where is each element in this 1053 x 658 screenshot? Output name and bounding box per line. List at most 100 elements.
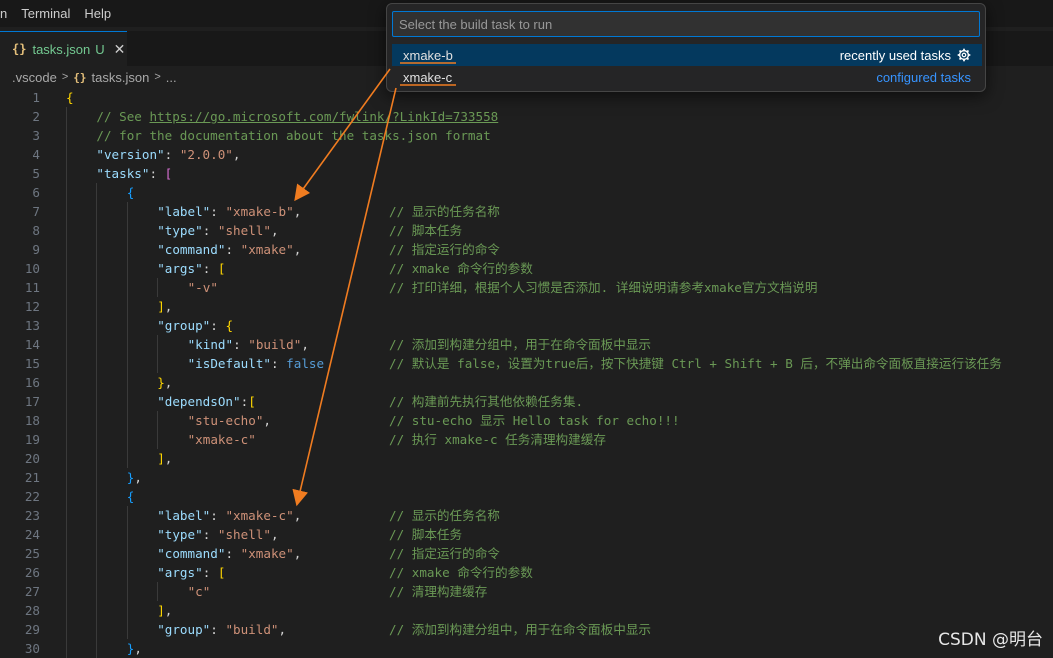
indent-guide (126, 563, 128, 582)
code-text: "command": "xmake", (157, 546, 302, 561)
code-line[interactable]: 9 "command": "xmake", // 指定运行的命令 (0, 240, 1053, 259)
gear-icon[interactable] (957, 48, 971, 62)
code-line[interactable]: 25 "command": "xmake", // 指定运行的命令 (0, 544, 1053, 563)
indent-guide (66, 202, 67, 221)
menu-item-terminal[interactable]: Terminal (14, 6, 77, 21)
indent-guide (66, 145, 67, 164)
quick-pick-item-description: recently used tasks (839, 47, 951, 63)
indent-guide (66, 354, 67, 373)
code-line[interactable]: 15 "isDefault": false // 默认是 false，设置为true… (0, 354, 1053, 373)
quick-pick-item-xmake-b[interactable]: xmake-b recently used tasks (392, 44, 982, 66)
code-line[interactable]: 11 "-v" // 打印详细，根据个人习惯是否添加. 详细说明请参考xmake官方… (0, 278, 1053, 297)
line-number: 12 (24, 299, 40, 314)
indent-guide (66, 449, 67, 468)
line-number: 15 (24, 356, 40, 371)
code-text: ], (157, 603, 173, 618)
code-line[interactable]: 19 "xmake-c" // 执行 xmake-c 任务清理构建缓存 (0, 430, 1053, 449)
indent-guide (66, 392, 67, 411)
line-number: 9 (32, 242, 40, 257)
code-line[interactable]: 24 "type": "shell", // 脚本任务 (0, 525, 1053, 544)
code-line[interactable]: 4 "version": "2.0.0", (0, 145, 1053, 164)
line-number: 24 (24, 527, 40, 542)
code-comment: // 添加到构建分组中，用于在命令面板中显示 (389, 337, 652, 352)
quick-pick-item-xmake-c[interactable]: xmake-c configured tasks (392, 66, 982, 88)
code-text: // for the documentation about the tasks… (96, 128, 491, 143)
line-number: 18 (24, 413, 40, 428)
tab-tasks-json[interactable]: {} tasks.json U ✕ (0, 31, 127, 66)
code-line[interactable]: 8 "type": "shell", // 脚本任务 (0, 221, 1053, 240)
code-line[interactable]: 12], (0, 297, 1053, 316)
indent-guide (96, 202, 98, 221)
indent-guide (157, 411, 159, 430)
code-text: "isDefault": false (187, 356, 325, 371)
code-line[interactable]: 27 "c" // 清理构建缓存 (0, 582, 1053, 601)
code-text: "args": [ (157, 565, 226, 580)
indent-guide (126, 316, 128, 335)
code-editor[interactable]: 1 {2 // See https://go.microsoft.com/fwlin… (0, 88, 1053, 658)
indent-guide (96, 392, 98, 411)
code-line[interactable]: 28], (0, 601, 1053, 620)
code-line[interactable]: 3 // for the documentation about the task… (0, 126, 1053, 145)
quick-pick-input[interactable] (392, 11, 980, 37)
indent-guide (66, 468, 67, 487)
indent-guide (126, 430, 128, 449)
code-line[interactable]: 18 "stu-echo", // stu-echo 显示 Hello task f… (0, 411, 1053, 430)
close-icon[interactable]: ✕ (114, 41, 126, 58)
line-number: 23 (24, 508, 40, 523)
indent-guide (157, 582, 159, 601)
indent-guide (66, 335, 67, 354)
code-text: }, (126, 641, 142, 656)
code-line[interactable]: 7 "label": "xmake-b", // 显示的任务名称 (0, 202, 1053, 221)
code-line[interactable]: 22 { (0, 487, 1053, 506)
line-number: 2 (32, 109, 40, 124)
code-line[interactable]: 17 "dependsOn":[// 构建前先执行其他依赖任务集. (0, 392, 1053, 411)
indent-guide (96, 582, 98, 601)
code-line[interactable]: 20], (0, 449, 1053, 468)
indent-guide (96, 430, 98, 449)
breadcrumb-file[interactable]: tasks.json (92, 70, 150, 85)
indent-guide (96, 620, 98, 639)
code-comment: // 默认是 false，设置为true后，按下快捷键 Ctrl + Shift… (389, 356, 1002, 371)
indent-guide (66, 430, 67, 449)
code-text: "c" (187, 584, 211, 599)
breadcrumb-more[interactable]: ... (166, 70, 177, 85)
code-line[interactable]: 26 "args": [// xmake 命令行的参数 (0, 563, 1053, 582)
indent-guide (66, 221, 67, 240)
modified-badge: U (95, 41, 105, 57)
breadcrumb-folder[interactable]: .vscode (12, 70, 57, 85)
indent-guide (126, 221, 128, 240)
code-text: ], (157, 299, 173, 314)
code-text: "group": { (157, 318, 234, 333)
indent-guide (66, 240, 67, 259)
code-text: "kind": "build", (187, 337, 309, 352)
code-line[interactable]: 10 "args": [// xmake 命令行的参数 (0, 259, 1053, 278)
code-line[interactable]: 2 // See https://go.microsoft.com/fwlink/… (0, 107, 1053, 126)
code-line[interactable]: 29 "group": "build", // 添加到构建分组中，用于在命令面板中显… (0, 620, 1053, 639)
code-line[interactable]: 16}, (0, 373, 1053, 392)
indent-guide (96, 487, 98, 506)
code-line[interactable]: 23 "label": "xmake-c", // 显示的任务名称 (0, 506, 1053, 525)
menu-item-partial[interactable]: n (0, 6, 14, 21)
line-number: 7 (32, 204, 40, 219)
indent-guide (66, 620, 67, 639)
menu-item-help[interactable]: Help (77, 6, 118, 21)
line-number: 28 (24, 603, 40, 618)
line-number: 14 (24, 337, 40, 352)
line-number: 19 (24, 432, 40, 447)
line-number: 22 (24, 489, 40, 504)
code-line[interactable]: 14 "kind": "build", // 添加到构建分组中，用于在命令面板中显示 (0, 335, 1053, 354)
indent-guide (66, 107, 67, 126)
indent-guide (157, 335, 159, 354)
code-line[interactable]: 5 "tasks": [ (0, 164, 1053, 183)
code-line[interactable]: 30}, (0, 639, 1053, 658)
code-comment: // 打印详细，根据个人习惯是否添加. 详细说明请参考xmake官方文档说明 (389, 280, 818, 295)
code-text: "dependsOn":[ (157, 394, 256, 409)
code-text: "xmake-c" (187, 432, 256, 447)
indent-guide (96, 563, 98, 582)
quick-pick-item-description[interactable]: configured tasks (876, 70, 971, 85)
code-line[interactable]: 13 "group": { (0, 316, 1053, 335)
indent-guide (126, 354, 128, 373)
code-line[interactable]: 21}, (0, 468, 1053, 487)
quick-pick-item-label: xmake-c (403, 69, 453, 85)
code-line[interactable]: 6{ (0, 183, 1053, 202)
